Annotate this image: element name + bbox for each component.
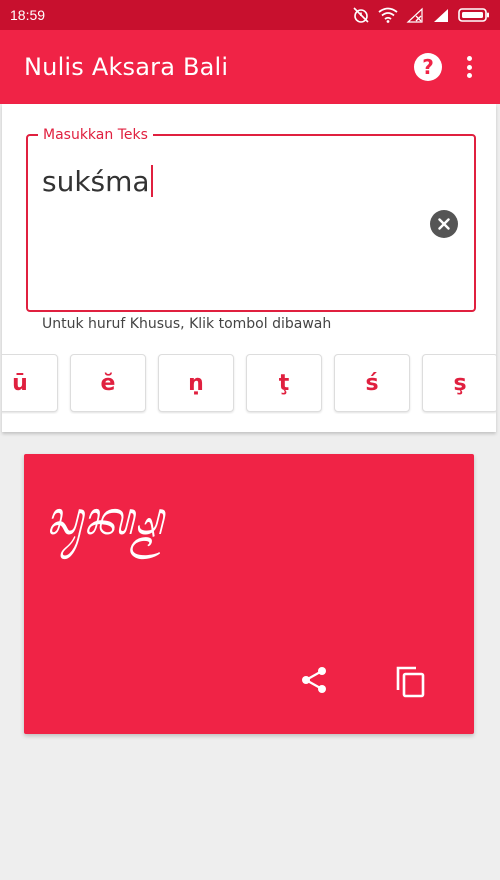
- signal-icon: [434, 9, 448, 22]
- status-bar: 18:59: [0, 0, 500, 30]
- more-dot-icon: [466, 56, 472, 61]
- clear-button[interactable]: [430, 210, 458, 238]
- special-key-t-cedilla[interactable]: ţ: [246, 354, 322, 412]
- more-options-button[interactable]: [462, 53, 476, 81]
- text-input-content: sukśma: [42, 165, 150, 198]
- wifi-icon: [378, 7, 398, 23]
- close-icon: [438, 218, 450, 230]
- text-input-value[interactable]: sukśma: [42, 164, 153, 200]
- share-icon: [302, 667, 326, 693]
- special-key-s-cedilla[interactable]: ş: [422, 354, 496, 412]
- alarm-off-icon: [353, 7, 369, 23]
- text-input-field[interactable]: Masukkan Teks sukśma: [26, 126, 476, 312]
- copy-button[interactable]: [394, 664, 428, 698]
- special-keys-row[interactable]: ū ĕ ṇ ţ ś ş: [2, 354, 496, 414]
- copy-icon: [396, 666, 425, 698]
- help-button[interactable]: ?: [414, 53, 442, 81]
- special-key-u-macron[interactable]: ū: [2, 354, 58, 412]
- signal-weak-icon: [406, 7, 423, 23]
- app-title: Nulis Aksara Bali: [24, 53, 229, 81]
- more-dot-icon: [466, 73, 472, 78]
- share-button[interactable]: [298, 664, 330, 696]
- special-key-e-breve[interactable]: ĕ: [70, 354, 146, 412]
- battery-icon: [458, 8, 489, 22]
- help-icon: ?: [422, 55, 434, 79]
- app-bar: Nulis Aksara Bali ?: [0, 30, 500, 104]
- text-caret: [150, 165, 153, 197]
- more-dot-icon: [466, 64, 472, 70]
- status-icons: [352, 6, 490, 24]
- status-time: 18:59: [10, 7, 46, 23]
- input-card: Masukkan Teks sukśma Untuk huruf Khusus,…: [2, 104, 496, 432]
- special-key-n-dot[interactable]: ṇ: [158, 354, 234, 412]
- balinese-script-output: ᬲᬸᬓ᭄ᬱ᭄ᬫ: [46, 491, 164, 545]
- input-hint: Untuk huruf Khusus, Klik tombol dibawah: [42, 316, 332, 332]
- app-actions: ?: [414, 53, 476, 81]
- output-card: ᬲᬸᬓ᭄ᬱ᭄ᬫ: [24, 454, 474, 734]
- text-input-label: Masukkan Teks: [38, 126, 153, 144]
- special-key-s-acute[interactable]: ś: [334, 354, 410, 412]
